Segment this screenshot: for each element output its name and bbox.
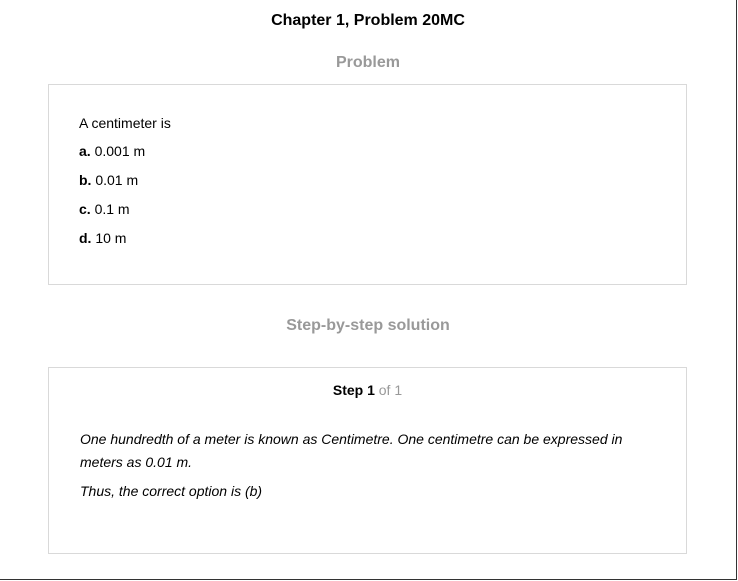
option-c: c. 0.1 m	[79, 201, 656, 217]
page: Chapter 1, Problem 20MC Problem A centim…	[0, 0, 737, 580]
solution-heading: Step-by-step solution	[286, 317, 450, 334]
step-count: of 1	[378, 382, 403, 398]
page-title: Chapter 1, Problem 20MC	[271, 12, 465, 29]
solution-card: Step 1 of 1 One hundredth of a meter is …	[48, 367, 687, 554]
option-b: b. 0.01 m	[79, 172, 656, 188]
solution-conclusion: Thus, the correct option is (b)	[80, 483, 263, 499]
question-text: A centimeter is	[79, 115, 171, 131]
option-letter: a.	[79, 143, 91, 159]
problem-card: A centimeter is a. 0.001 m b. 0.01 m c. …	[48, 84, 687, 285]
solution-paragraph: One hundredth of a meter is known as Cen…	[80, 431, 623, 470]
step-header: Step 1 of 1	[80, 382, 655, 398]
option-text: 0.1 m	[94, 201, 130, 217]
option-letter: b.	[79, 172, 92, 188]
option-letter: d.	[79, 230, 92, 246]
option-text: 0.01 m	[95, 172, 139, 188]
problem-heading: Problem	[335, 54, 400, 71]
step-label: Step 1	[332, 382, 375, 398]
option-letter: c.	[79, 201, 91, 217]
option-a: a. 0.001 m	[79, 143, 656, 159]
option-d: d. 10 m	[79, 230, 656, 246]
option-text: 10 m	[95, 230, 127, 246]
option-text: 0.001 m	[94, 143, 146, 159]
